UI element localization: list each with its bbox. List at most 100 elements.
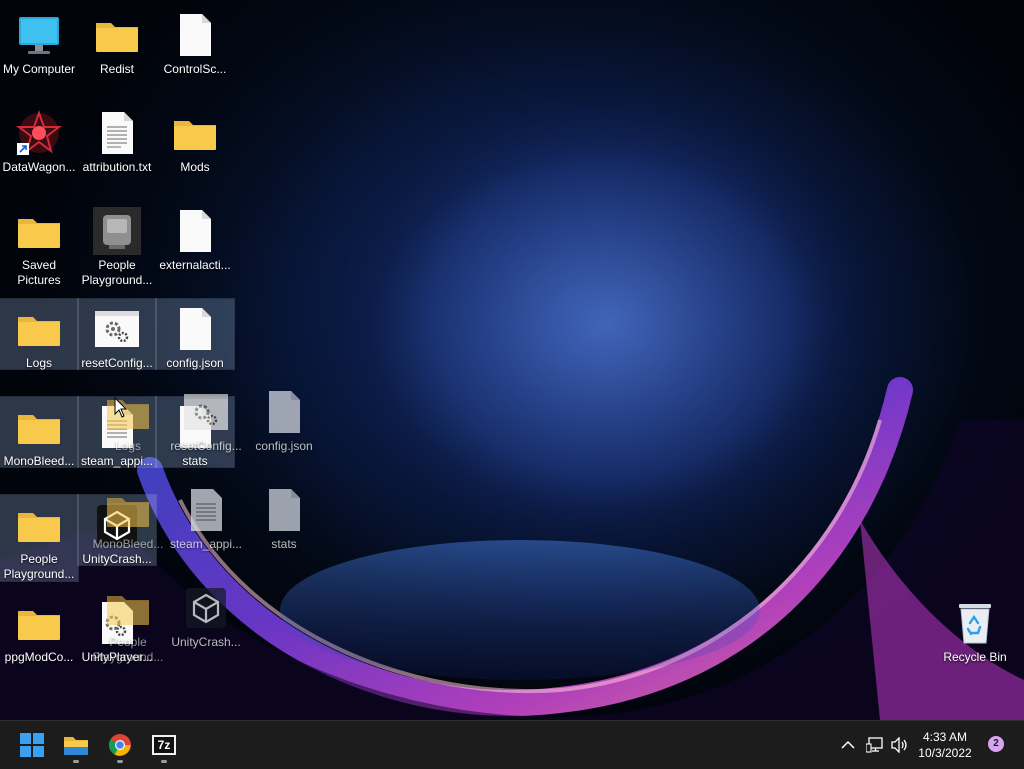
mouse-cursor-icon: [114, 397, 128, 418]
icon-label: attribution.txt: [82, 160, 152, 174]
clock-time: 4:33 AM: [922, 730, 968, 744]
desktop-icon-logs[interactable]: Logs: [0, 298, 79, 370]
desktop-icon-controlscheme[interactable]: ControlSc...: [156, 5, 234, 76]
icon-label: My Computer: [2, 62, 76, 76]
icon-label: People Playground...: [3, 552, 75, 581]
icon-label: Logs: [114, 439, 142, 453]
show-hidden-icons-button[interactable]: [838, 733, 858, 757]
7zip-icon: 7z: [152, 735, 176, 755]
icon-label: resetConfig...: [81, 356, 153, 370]
icon-label: Redist: [99, 62, 134, 76]
network-icon: [866, 737, 883, 753]
icon-label: UnityCrash...: [171, 635, 241, 649]
drag-ghost-people-playground: People Playground...: [89, 578, 167, 664]
running-indicator: [73, 760, 79, 763]
taskbar-7zip[interactable]: 7z: [144, 725, 184, 765]
drag-ghost-config-json: config.json: [245, 382, 323, 453]
folder-icon: [104, 584, 152, 632]
file-icon: [171, 207, 219, 255]
drag-ghost-monobleed: MonoBleed...: [89, 480, 167, 551]
icon-label: config.json: [255, 439, 313, 453]
icon-label: People Playground...: [81, 258, 153, 287]
desktop-icon-externalactions[interactable]: externalacti...: [156, 201, 234, 272]
desktop-icon-redist[interactable]: Redist: [78, 5, 156, 76]
desktop-icon-attribution[interactable]: attribution.txt: [78, 103, 156, 174]
folder-icon: [15, 305, 63, 353]
icon-label: People Playground...: [92, 635, 164, 664]
windows-logo-icon: [20, 733, 44, 757]
file-explorer-icon: [64, 737, 88, 755]
running-indicator: [117, 760, 123, 763]
network-button[interactable]: [864, 733, 886, 757]
desktop-icon-ppgmodco[interactable]: ppgModCo...: [0, 593, 78, 664]
icon-label: MonoBleed...: [92, 537, 164, 551]
datawagon-app-icon: [15, 109, 63, 157]
clock[interactable]: 4:33 AM 10/3/2022: [912, 729, 978, 761]
desktop-icon-datawagon[interactable]: DataWagon...: [0, 103, 78, 174]
icon-label: DataWagon...: [2, 160, 76, 174]
desktop-icon-monobleed[interactable]: MonoBleed...: [0, 396, 79, 468]
icon-label: steam_appi...: [80, 454, 154, 468]
file-icon: [260, 388, 308, 436]
taskbar-file-explorer[interactable]: [56, 725, 96, 765]
recycle-bin-icon: [951, 599, 999, 647]
folder-icon: [104, 388, 152, 436]
settings-file-icon: [182, 388, 230, 436]
taskbar: 7z 4:33 AM 10/3/2022: [0, 720, 1024, 769]
drag-ghost-stats: stats: [245, 480, 323, 551]
desktop-icon-mods[interactable]: Mods: [156, 103, 234, 174]
drag-ghost-logs: Logs: [89, 382, 167, 453]
clock-date: 10/3/2022: [918, 746, 972, 760]
file-icon: [171, 11, 219, 59]
folder-icon: [15, 207, 63, 255]
notification-badge[interactable]: 2: [988, 736, 1004, 752]
file-icon: [171, 305, 219, 353]
icon-label: Logs: [25, 356, 53, 370]
people-playground-icon: [93, 207, 141, 255]
desktop-icon-config-json[interactable]: config.json: [155, 298, 235, 370]
icon-label: resetConfig...: [170, 439, 242, 453]
taskbar-chrome[interactable]: [100, 725, 140, 765]
icon-label: stats: [271, 537, 297, 551]
folder-icon: [93, 11, 141, 59]
icon-label: MonoBleed...: [3, 454, 75, 468]
folder-icon: [104, 486, 152, 534]
text-file-icon: [182, 486, 230, 534]
icon-label: Saved Pictures: [17, 258, 61, 287]
folder-icon: [15, 403, 63, 451]
icon-label: Mods: [180, 160, 210, 174]
icon-label: stats: [182, 454, 208, 468]
start-button[interactable]: [12, 725, 52, 765]
desktop-icon-saved-pictures[interactable]: Saved Pictures: [0, 201, 78, 287]
unity-icon: [182, 584, 230, 632]
desktop-icon-my-computer[interactable]: My Computer: [0, 5, 78, 76]
drag-ghost-resetconfig: resetConfig...: [167, 382, 245, 453]
chevron-up-icon: [841, 740, 855, 749]
desktop-icon-resetconfig[interactable]: resetConfig...: [77, 298, 157, 370]
file-icon: [260, 486, 308, 534]
chrome-icon: [109, 734, 131, 756]
icon-label: steam_appi...: [169, 537, 243, 551]
volume-button[interactable]: [889, 733, 911, 757]
text-file-icon: [93, 109, 141, 157]
running-indicator: [161, 760, 167, 763]
desktop-icon-recycle-bin[interactable]: Recycle Bin: [936, 593, 1014, 664]
desktop-background[interactable]: My Computer DataWagon... Saved Pictures …: [0, 0, 1024, 720]
icon-label: Recycle Bin: [943, 650, 1007, 664]
folder-icon: [15, 501, 63, 549]
icon-label: externalacti...: [159, 258, 231, 272]
7zip-label: 7z: [154, 737, 174, 753]
folder-icon: [171, 109, 219, 157]
folder-icon: [15, 599, 63, 647]
icon-label: UnityCrash...: [82, 552, 152, 566]
desktop-icon-people-playground-app[interactable]: People Playground...: [78, 201, 156, 287]
drag-ghost-steam-appid: steam_appi...: [167, 480, 245, 551]
desktop-icon-people-playground-folder[interactable]: People Playground...: [0, 494, 79, 582]
icon-label: ControlSc...: [163, 62, 227, 76]
volume-icon: [891, 737, 907, 753]
settings-file-icon: [93, 305, 141, 353]
computer-icon: [15, 11, 63, 59]
drag-ghost-unitycrash: UnityCrash...: [167, 578, 245, 649]
icon-label: config.json: [166, 356, 224, 370]
icon-label: ppgModCo...: [4, 650, 74, 664]
